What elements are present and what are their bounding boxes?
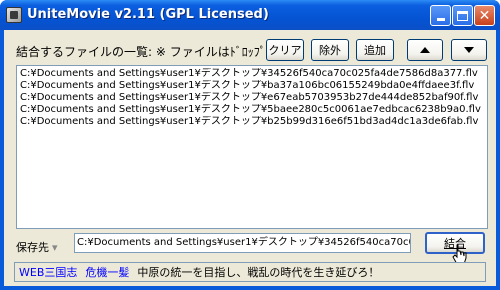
file-list-item[interactable]: C:¥Documents and Settings¥user1¥デスクトップ¥3…	[20, 68, 484, 80]
maximize-button[interactable]	[452, 5, 473, 26]
close-button[interactable]: ✕	[474, 5, 495, 26]
main-panel: 結合するファイルの一覧: ※ ファイルはﾄﾞﾛｯﾌﾟで追加 クリア 除外 追加 …	[4, 30, 496, 286]
minimize-icon	[436, 18, 445, 21]
move-down-button[interactable]	[451, 39, 487, 61]
ad-link-kiki-ippatsu[interactable]: 危機一髪	[85, 264, 129, 280]
move-up-button[interactable]	[407, 39, 443, 61]
ad-message: 中原の統一を目指し、戦乱の時代を生き延びろ！	[137, 266, 380, 279]
file-list-item[interactable]: C:¥Documents and Settings¥user1¥デスクトップ¥b…	[20, 116, 484, 128]
minimize-button[interactable]	[430, 5, 451, 26]
output-path-field[interactable]: C:¥Documents and Settings¥user1¥デスクトップ¥3…	[74, 233, 411, 253]
app-window: UniteMovie v2.11 (GPL Licensed) ✕ 結合するファ…	[0, 0, 500, 290]
save-location-label: 保存先 ▾	[16, 237, 58, 257]
close-icon: ✕	[478, 7, 491, 24]
file-list-caption: 結合するファイルの一覧: ※ ファイルはﾄﾞﾛｯﾌﾟで追加	[16, 45, 302, 59]
save-location-text: 保存先	[16, 241, 49, 254]
arrow-up-icon	[420, 47, 430, 53]
remove-button[interactable]: 除外	[311, 39, 349, 61]
app-icon	[6, 7, 22, 23]
window-title: UniteMovie v2.11 (GPL Licensed)	[27, 7, 269, 22]
status-bar: WEB三国志 危機一髪 中原の統一を目指し、戦乱の時代を生き延びろ！	[14, 262, 486, 282]
dropdown-arrow-icon: ▾	[52, 240, 58, 254]
file-list[interactable]: C:¥Documents and Settings¥user1¥デスクトップ¥3…	[16, 65, 488, 229]
arrow-down-icon	[464, 47, 474, 53]
maximize-icon	[457, 10, 468, 21]
ad-link-web-sangokushi[interactable]: WEB三国志	[19, 264, 77, 280]
file-list-item[interactable]: C:¥Documents and Settings¥user1¥デスクトップ¥b…	[20, 80, 484, 92]
add-button[interactable]: 追加	[356, 39, 394, 61]
file-list-item[interactable]: C:¥Documents and Settings¥user1¥デスクトップ¥e…	[20, 92, 484, 104]
clear-button[interactable]: クリア	[266, 39, 304, 61]
title-bar[interactable]: UniteMovie v2.11 (GPL Licensed) ✕	[0, 0, 500, 30]
file-list-item[interactable]: C:¥Documents and Settings¥user1¥デスクトップ¥5…	[20, 104, 484, 116]
